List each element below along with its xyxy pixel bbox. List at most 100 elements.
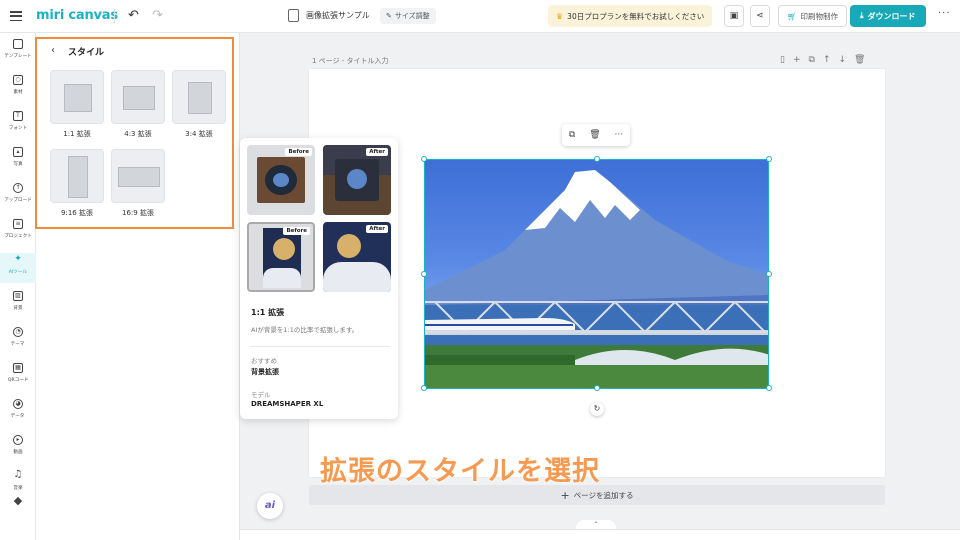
add-page-button[interactable]: + ページを追加する [309, 485, 885, 505]
resize-handle[interactable] [594, 385, 600, 391]
model-label: モデル [251, 391, 271, 399]
recommend-value: 背景拡張 [251, 368, 279, 376]
style-card-1-1[interactable] [50, 70, 104, 124]
style-card-4-3[interactable] [111, 70, 165, 124]
rail-item-upload[interactable]: ↑ アップロード [0, 181, 36, 211]
page-tools: ▯ + ⧉ ↑ ↓ 🗑︎ [780, 55, 865, 65]
resize-handle[interactable] [766, 271, 772, 277]
pencil-icon: ✎ [386, 12, 392, 20]
redo-icon[interactable]: ↷ [152, 8, 163, 23]
rail-item-data[interactable]: ◕ データ [0, 397, 36, 427]
ai-tools-icon: ✦ [14, 254, 22, 264]
resize-handle[interactable] [766, 156, 772, 162]
rail-item-qr[interactable]: ▦ QRコード [0, 361, 36, 391]
rail-item-photo[interactable]: ▴ 写真 [0, 145, 36, 175]
style-card-3-4[interactable] [172, 70, 226, 124]
duplicate-icon[interactable]: ⧉ [809, 55, 815, 65]
style-card-16-9[interactable] [111, 149, 165, 203]
save-icon: ▣ [729, 11, 739, 21]
resize-handle[interactable] [421, 156, 427, 162]
before-thumb-1: Before [247, 145, 315, 215]
after-thumb-1: After [323, 145, 391, 215]
background-icon: ▨ [13, 291, 23, 301]
back-icon[interactable]: ‹ [51, 45, 55, 56]
print-label: 印刷物制作 [800, 11, 839, 21]
upload-icon: ↑ [13, 183, 23, 193]
brand-icon: ◆ [13, 494, 23, 507]
model-value: DREAMSHAPER XL [251, 400, 324, 408]
share-button[interactable]: ⋖ [750, 5, 770, 27]
style-label: 3:4 拡張 [185, 130, 213, 138]
left-rail: テンプレート ○ 素材 T フォント ▴ 写真 ↑ アップロード ≡ プロジェクト ✦ AI… [0, 33, 36, 540]
style-label: 1:1 拡張 [63, 130, 91, 138]
print-button[interactable]: 🛒︎ 印刷物制作 [778, 5, 848, 27]
copy-icon[interactable]: ⧉ [569, 130, 575, 140]
share-icon: ⋖ [756, 11, 764, 21]
move-up-icon[interactable]: ↑ [823, 55, 831, 65]
plus-icon: + [560, 488, 570, 502]
document-icon [288, 9, 299, 22]
divider [114, 9, 115, 23]
trash-icon[interactable]: 🗑︎ [589, 130, 600, 140]
save-button[interactable]: ▣ [724, 5, 744, 27]
before-thumb-2: Before [247, 222, 315, 292]
project-icon: ≡ [13, 219, 23, 229]
download-button[interactable]: ⤓ ダウンロード [850, 5, 926, 27]
rail-item-theme[interactable]: ◔ テーマ [0, 325, 36, 355]
panel-title: スタイル [68, 48, 105, 58]
undo-icon[interactable]: ↶ [128, 8, 139, 23]
crown-icon: ♛ [556, 11, 564, 21]
template-icon [13, 39, 23, 49]
move-down-icon[interactable]: ↓ [838, 55, 846, 65]
resize-button[interactable]: ✎ サイズ調整 [380, 8, 436, 24]
style-label: 9:16 拡張 [61, 209, 93, 217]
more-icon[interactable]: ··· [614, 130, 623, 140]
image-toolbar: ⧉ 🗑︎ ··· [562, 124, 630, 146]
download-icon: ⤓ [860, 11, 864, 20]
style-card-9-16[interactable] [50, 149, 104, 203]
add-page-icon[interactable]: + [793, 55, 801, 65]
more-icon[interactable]: ··· [938, 8, 951, 19]
after-tag: After [366, 225, 388, 233]
text-icon: T [13, 111, 23, 121]
menu-icon[interactable] [9, 9, 23, 23]
preview-description: AIが背景を1:1の比率で拡張します。 [251, 326, 359, 334]
rail-item-brand[interactable]: ◆ [0, 495, 36, 525]
page-label[interactable]: 1 ページ - タイトル入力 [312, 56, 389, 66]
pro-trial-button[interactable]: ♛ 30日プロプランを無料でお試しください [548, 5, 713, 27]
data-icon: ◕ [13, 399, 23, 409]
note-icon[interactable]: ▯ [780, 55, 785, 65]
ai-assistant-button[interactable]: ai [257, 493, 283, 519]
resize-handle[interactable] [421, 271, 427, 277]
theme-icon: ◔ [13, 327, 23, 337]
rail-item-background[interactable]: ▨ 背景 [0, 289, 36, 319]
qr-icon: ▦ [13, 363, 23, 373]
resize-label: サイズ調整 [394, 12, 430, 20]
resize-handle[interactable] [766, 385, 772, 391]
delete-page-icon[interactable]: 🗑︎ [854, 55, 865, 65]
document-title[interactable]: 画像拡張サンプル [306, 10, 370, 21]
add-page-label: ページを追加する [573, 490, 634, 500]
photo-icon: ▴ [13, 147, 23, 157]
rail-item-font[interactable]: T フォント [0, 109, 36, 139]
style-label: 4:3 拡張 [124, 130, 152, 138]
recommend-label: おすすめ [251, 357, 277, 365]
top-bar: miri canvas ↶ ↷ 画像拡張サンプル ✎ サイズ調整 ♛ 30日プロ… [0, 0, 960, 33]
before-tag: Before [285, 148, 312, 156]
elements-icon: ○ [13, 75, 23, 85]
rail-item-ai-tools[interactable]: ✦ AIツール [0, 253, 36, 283]
rail-item-template[interactable]: テンプレート [0, 37, 36, 67]
resize-handle[interactable] [421, 385, 427, 391]
pro-trial-label: 30日プロプランを無料でお試しください [567, 11, 705, 21]
download-label: ダウンロード [867, 11, 916, 21]
instruction-callout: 拡張のスタイルを選択 [320, 456, 600, 487]
rail-item-video[interactable]: ▸ 動画 [0, 433, 36, 463]
selected-image[interactable] [424, 159, 769, 389]
music-icon: ♫ [13, 469, 23, 480]
resize-handle[interactable] [594, 156, 600, 162]
divider [250, 346, 390, 347]
bottom-bar [240, 529, 960, 540]
rotate-icon[interactable]: ↻ [590, 402, 604, 416]
rail-item-elements[interactable]: ○ 素材 [0, 73, 36, 103]
rail-item-project[interactable]: ≡ プロジェクト [0, 217, 36, 247]
